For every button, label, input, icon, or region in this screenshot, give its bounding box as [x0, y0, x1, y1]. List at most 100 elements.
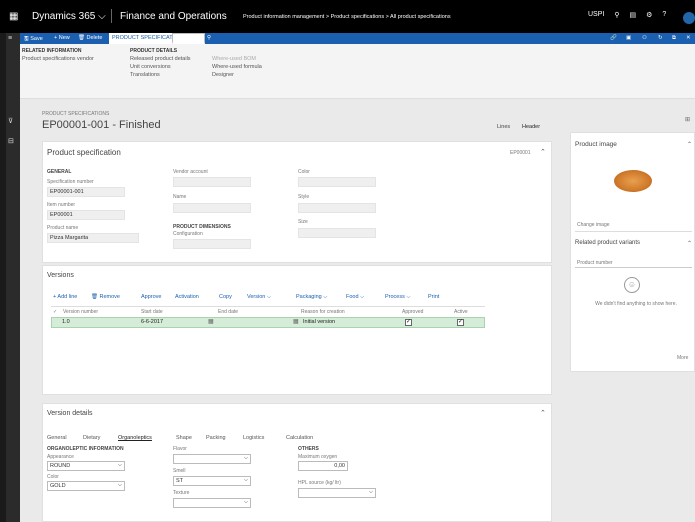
search-icon[interactable]: ⚲ [614, 11, 619, 19]
tab-packing[interactable]: Packing [206, 435, 226, 441]
color-field[interactable] [298, 177, 376, 187]
delete-button[interactable]: 🗑 Delete [78, 35, 102, 41]
pin-icon[interactable]: 🔗 [610, 35, 617, 41]
column-header[interactable]: Start date [141, 309, 163, 315]
field-label: Specification number [47, 179, 94, 185]
refresh-icon[interactable]: ↻ [658, 35, 663, 41]
vendor-account-field[interactable] [173, 177, 251, 187]
tab-shape[interactable]: Shape [176, 435, 192, 441]
remove-button[interactable]: 🗑 Remove [91, 294, 120, 300]
designer-link[interactable]: Designer [212, 72, 234, 78]
appearance-select[interactable]: ROUND ⌵ [47, 461, 125, 471]
where-used-formula-link[interactable]: Where-used formula [212, 64, 262, 70]
approved-checkbox[interactable]: ✓ [405, 319, 412, 326]
modules-icon[interactable]: ⊟ [8, 137, 14, 145]
reason-cell[interactable]: Initial version [303, 319, 335, 325]
start-date-cell[interactable]: 6-6-2017 [141, 319, 163, 325]
company-picker[interactable]: USPI [588, 11, 604, 19]
column-header[interactable]: Approved [402, 309, 423, 315]
settings-icon[interactable]: ⚙ [646, 11, 652, 19]
section-title[interactable]: Product specification [47, 148, 121, 157]
add-line-button[interactable]: + Add line [53, 294, 77, 300]
product-image-title[interactable]: Product image [575, 141, 617, 148]
save-button[interactable]: 🖫 Save [24, 35, 43, 44]
chevron-up-icon[interactable]: ⌃ [687, 141, 692, 148]
item-number-field[interactable]: EP00001 [47, 210, 125, 220]
calendar-icon[interactable]: ▦ [208, 318, 214, 325]
help-icon[interactable]: ? [662, 11, 666, 19]
menu-icon[interactable]: ≡ [8, 35, 12, 42]
tab-calculation[interactable]: Calculation [286, 435, 313, 441]
smell-select[interactable]: ST ⌵ [173, 476, 251, 486]
table-row[interactable]: 1.0 6-6-2017 ▦ ▦ Initial version ✓ ✓ [51, 317, 485, 328]
active-checkbox[interactable]: ✓ [457, 319, 464, 326]
style-field[interactable] [298, 203, 376, 213]
search-icon[interactable]: ⚲ [207, 35, 211, 41]
hpl-source-select[interactable]: ⌵ [298, 488, 376, 498]
open-new-icon[interactable]: ⧉ [672, 35, 676, 42]
calendar-icon[interactable]: ▦ [293, 318, 299, 325]
copy-button[interactable]: Copy [219, 294, 232, 300]
approve-button[interactable]: Approve [141, 294, 162, 300]
column-header[interactable]: Reason for creation [301, 309, 345, 315]
chevron-up-icon[interactable]: ⌃ [540, 148, 546, 156]
product-specifications-vendor-link[interactable]: Product specifications vendor [22, 56, 94, 62]
flavor-select[interactable]: ⌵ [173, 454, 251, 464]
attach-icon[interactable]: ⚇ [642, 35, 647, 41]
texture-select[interactable]: ⌵ [173, 498, 251, 508]
where-used-bom-link[interactable]: Where-used BOM [212, 56, 256, 62]
version-number-cell[interactable]: 1.0 [62, 319, 70, 325]
process-menu[interactable]: Process ⌵ [385, 294, 411, 301]
chevron-up-icon[interactable]: ⌃ [687, 240, 692, 247]
chevron-down-icon: ⌵ [243, 499, 248, 505]
message-icon[interactable]: ▤ [629, 11, 636, 19]
chevron-down-icon: ⌵ [243, 477, 248, 483]
change-image-link[interactable]: Change image [577, 222, 610, 228]
released-product-details-link[interactable]: Released product details [130, 56, 191, 62]
tab-organoleptics[interactable]: Organoleptics [118, 435, 152, 441]
new-button[interactable]: + New [54, 35, 70, 41]
tab-general[interactable]: General [47, 435, 67, 441]
app-launcher-icon[interactable]: ▦ [9, 12, 19, 22]
activation-button[interactable]: Activation [175, 294, 199, 300]
name-field[interactable] [173, 203, 251, 213]
product-image [614, 170, 652, 192]
field-label: Color [298, 169, 310, 175]
product-name-field[interactable]: Pizza Margarita [47, 233, 139, 243]
office-icon[interactable]: ▣ [626, 35, 631, 41]
select-all-checkbox[interactable]: ✓ [53, 309, 57, 315]
divider [51, 306, 485, 307]
unit-conversions-link[interactable]: Unit conversions [130, 64, 171, 70]
breadcrumb[interactable]: Product information management > Product… [243, 14, 451, 20]
version-menu[interactable]: Version ⌵ [247, 294, 271, 301]
close-icon[interactable]: ✕ [686, 35, 691, 41]
header-toggle[interactable]: Header [522, 124, 540, 130]
chevron-up-icon[interactable]: ⌃ [540, 409, 546, 417]
translations-link[interactable]: Translations [130, 72, 160, 78]
more-link[interactable]: More [677, 355, 688, 361]
configuration-field[interactable] [173, 239, 251, 249]
app-name[interactable]: Dynamics 365 ⌵ [32, 11, 106, 22]
module-name: Finance and Operations [120, 11, 227, 22]
column-header[interactable]: Version number [63, 309, 98, 315]
specification-number-field[interactable]: EP00001-001 [47, 187, 125, 197]
food-menu[interactable]: Food ⌵ [346, 294, 364, 301]
packaging-menu[interactable]: Packaging ⌵ [296, 294, 327, 301]
maximum-oxygen-field[interactable]: 0,00 [298, 461, 348, 471]
tab-dietary[interactable]: Dietary [83, 435, 100, 441]
related-variants-title[interactable]: Related product variants [575, 240, 640, 246]
section-title[interactable]: Version details [47, 410, 93, 417]
filter-icon[interactable]: ⊽ [8, 117, 13, 125]
color-select[interactable]: GOLD ⌵ [47, 481, 125, 491]
tab-options[interactable]: OPTIONS [172, 33, 205, 44]
column-header[interactable]: End date [218, 309, 238, 315]
column-header[interactable]: Active [454, 309, 468, 315]
print-button[interactable]: Print [428, 294, 439, 300]
tab-logistics[interactable]: Logistics [243, 435, 264, 441]
lines-toggle[interactable]: Lines [497, 124, 510, 130]
options-icon[interactable]: ⊞ [685, 116, 690, 123]
avatar[interactable] [683, 12, 695, 24]
product-number-column[interactable]: Product number [575, 258, 692, 268]
size-field[interactable] [298, 228, 376, 238]
field-label: Flavor [173, 446, 187, 452]
